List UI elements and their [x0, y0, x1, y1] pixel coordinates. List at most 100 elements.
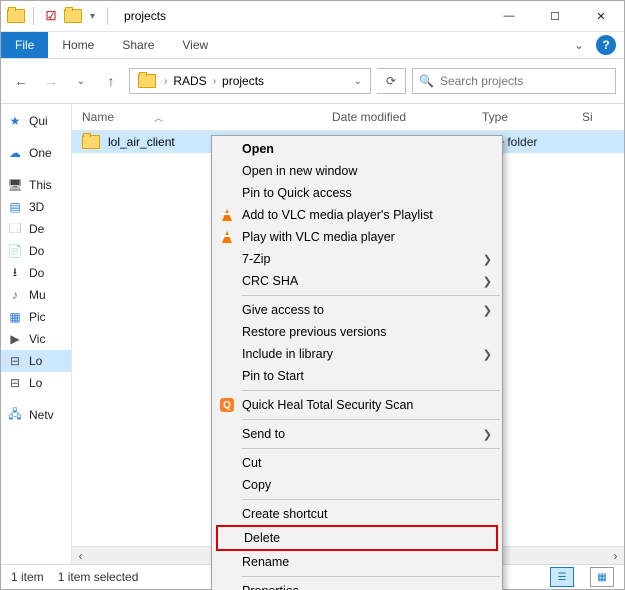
- tab-share[interactable]: Share: [108, 32, 168, 58]
- quick-access-toolbar: ☑ ▾: [1, 7, 118, 25]
- column-name[interactable]: Name︿: [82, 110, 332, 124]
- breadcrumb[interactable]: RADS: [169, 74, 210, 88]
- submenu-arrow-icon: ❯: [483, 348, 492, 361]
- sidebar-item-local-disk[interactable]: ⊟Lo: [1, 350, 71, 372]
- pc-icon: 🖥: [7, 177, 23, 193]
- menu-delete[interactable]: Delete: [218, 527, 496, 549]
- chevron-right-icon[interactable]: ›: [211, 76, 218, 87]
- sidebar-item-label: De: [29, 222, 44, 236]
- sidebar-item-label: Qui: [29, 114, 48, 128]
- sidebar-item-documents[interactable]: 📄Do: [1, 240, 71, 262]
- sidebar-item-network[interactable]: 🖧Netv: [1, 404, 71, 426]
- minimize-button[interactable]: —: [486, 1, 532, 31]
- sidebar-item-this-pc[interactable]: 🖥This: [1, 174, 71, 196]
- menu-label: Open in new window: [242, 164, 357, 178]
- menu-vlc-play[interactable]: Play with VLC media player: [212, 226, 502, 248]
- search-placeholder: Search projects: [440, 74, 523, 88]
- menu-open-new-window[interactable]: Open in new window: [212, 160, 502, 182]
- close-button[interactable]: ✕: [578, 1, 624, 31]
- tab-view[interactable]: View: [168, 32, 222, 58]
- picture-icon: ▦: [7, 309, 23, 325]
- scroll-right-icon[interactable]: ›: [607, 547, 624, 564]
- qat-properties-icon[interactable]: ☑: [42, 7, 60, 25]
- window-buttons: — ☐ ✕: [486, 1, 624, 31]
- recent-dropdown-icon[interactable]: ⌄: [69, 69, 93, 93]
- menu-create-shortcut[interactable]: Create shortcut: [212, 503, 502, 525]
- sidebar-item-pictures[interactable]: ▦Pic: [1, 306, 71, 328]
- search-box[interactable]: 🔍 Search projects: [412, 68, 616, 94]
- refresh-button[interactable]: ⟳: [377, 68, 406, 94]
- navigation-pane[interactable]: ★Qui ☁One 🖥This ▤3D 🗔De 📄Do ⭳Do ♪Mu ▦Pic…: [1, 104, 72, 564]
- sidebar-item-quick-access[interactable]: ★Qui: [1, 110, 71, 132]
- menu-crc-sha[interactable]: CRC SHA❯: [212, 270, 502, 292]
- chevron-right-icon[interactable]: ›: [162, 76, 169, 87]
- cube-icon: ▤: [7, 199, 23, 215]
- menu-vlc-add-playlist[interactable]: Add to VLC media player's Playlist: [212, 204, 502, 226]
- sidebar-item-local-disk-2[interactable]: ⊟Lo: [1, 372, 71, 394]
- menu-label: Quick Heal Total Security Scan: [242, 398, 413, 412]
- sidebar-item-downloads[interactable]: ⭳Do: [1, 262, 71, 284]
- menu-label: Properties: [242, 584, 299, 590]
- sidebar-item-videos[interactable]: ▶ Vic: [1, 328, 71, 350]
- sidebar-item-3d[interactable]: ▤3D: [1, 196, 71, 218]
- address-folder-icon: [138, 74, 156, 88]
- menu-label: Include in library: [242, 347, 333, 361]
- help-button[interactable]: ?: [596, 35, 616, 55]
- column-type[interactable]: Type: [482, 110, 582, 124]
- qat-customize-icon[interactable]: ▾: [86, 11, 99, 22]
- breadcrumb[interactable]: projects: [218, 74, 268, 88]
- large-icons-view-button[interactable]: ▦: [590, 567, 614, 587]
- menu-separator: [242, 499, 500, 500]
- submenu-arrow-icon: ❯: [483, 275, 492, 288]
- menu-quickheal-scan[interactable]: QQuick Heal Total Security Scan: [212, 394, 502, 416]
- ribbon-tabs: File Home Share View ⌄ ?: [1, 32, 624, 59]
- selection-count: 1 item selected: [58, 570, 139, 584]
- sidebar-item-label: Do: [29, 266, 44, 280]
- menu-give-access[interactable]: Give access to❯: [212, 299, 502, 321]
- menu-rename[interactable]: Rename: [212, 551, 502, 573]
- column-size[interactable]: Si: [582, 110, 593, 124]
- maximize-button[interactable]: ☐: [532, 1, 578, 31]
- menu-send-to[interactable]: Send to❯: [212, 423, 502, 445]
- ribbon-collapse-icon[interactable]: ⌄: [566, 32, 592, 58]
- network-icon: 🖧: [7, 407, 23, 423]
- column-date[interactable]: Date modified: [332, 110, 482, 124]
- menu-pin-start[interactable]: Pin to Start: [212, 365, 502, 387]
- search-icon: 🔍: [419, 74, 434, 88]
- scroll-left-icon[interactable]: ‹: [72, 547, 89, 564]
- menu-open[interactable]: Open: [212, 138, 502, 160]
- file-tab[interactable]: File: [1, 32, 48, 58]
- up-button[interactable]: ↑: [99, 69, 123, 93]
- sidebar-item-onedrive[interactable]: ☁ One: [1, 142, 71, 164]
- sidebar-item-label: One: [29, 146, 52, 160]
- back-button[interactable]: ←: [9, 69, 33, 93]
- menu-label: 7-Zip: [242, 252, 270, 266]
- sidebar-item-label: Mu: [29, 288, 46, 302]
- menu-copy[interactable]: Copy: [212, 474, 502, 496]
- tab-home[interactable]: Home: [48, 32, 108, 58]
- cloud-icon: ☁: [7, 145, 23, 161]
- menu-cut[interactable]: Cut: [212, 452, 502, 474]
- menu-restore-versions[interactable]: Restore previous versions: [212, 321, 502, 343]
- menu-properties[interactable]: Properties: [212, 580, 502, 590]
- menu-pin-quick-access[interactable]: Pin to Quick access: [212, 182, 502, 204]
- menu-separator: [242, 390, 500, 391]
- qat-new-folder-icon[interactable]: [64, 7, 82, 25]
- music-icon: ♪: [7, 287, 23, 303]
- details-view-button[interactable]: ☰: [550, 567, 574, 587]
- sidebar-item-music[interactable]: ♪ Mu: [1, 284, 71, 306]
- menu-include-library[interactable]: Include in library ❯: [212, 343, 502, 365]
- menu-label: Send to: [242, 427, 285, 441]
- document-icon: 📄: [7, 243, 23, 259]
- column-headers[interactable]: Name︿ Date modified Type Si: [72, 104, 624, 131]
- menu-7zip[interactable]: 7-Zip❯: [212, 248, 502, 270]
- video-icon: ▶: [7, 331, 23, 347]
- menu-label: Pin to Quick access: [242, 186, 352, 200]
- forward-button[interactable]: →: [39, 69, 63, 93]
- drive-icon: ⊟: [7, 353, 23, 369]
- address-bar[interactable]: › RADS › projects ⌄: [129, 68, 371, 94]
- address-dropdown-icon[interactable]: ⌄: [348, 76, 368, 87]
- sidebar-item-desktop[interactable]: 🗔De: [1, 218, 71, 240]
- sidebar-item-label: Vic: [29, 332, 45, 346]
- vlc-icon: [218, 206, 236, 224]
